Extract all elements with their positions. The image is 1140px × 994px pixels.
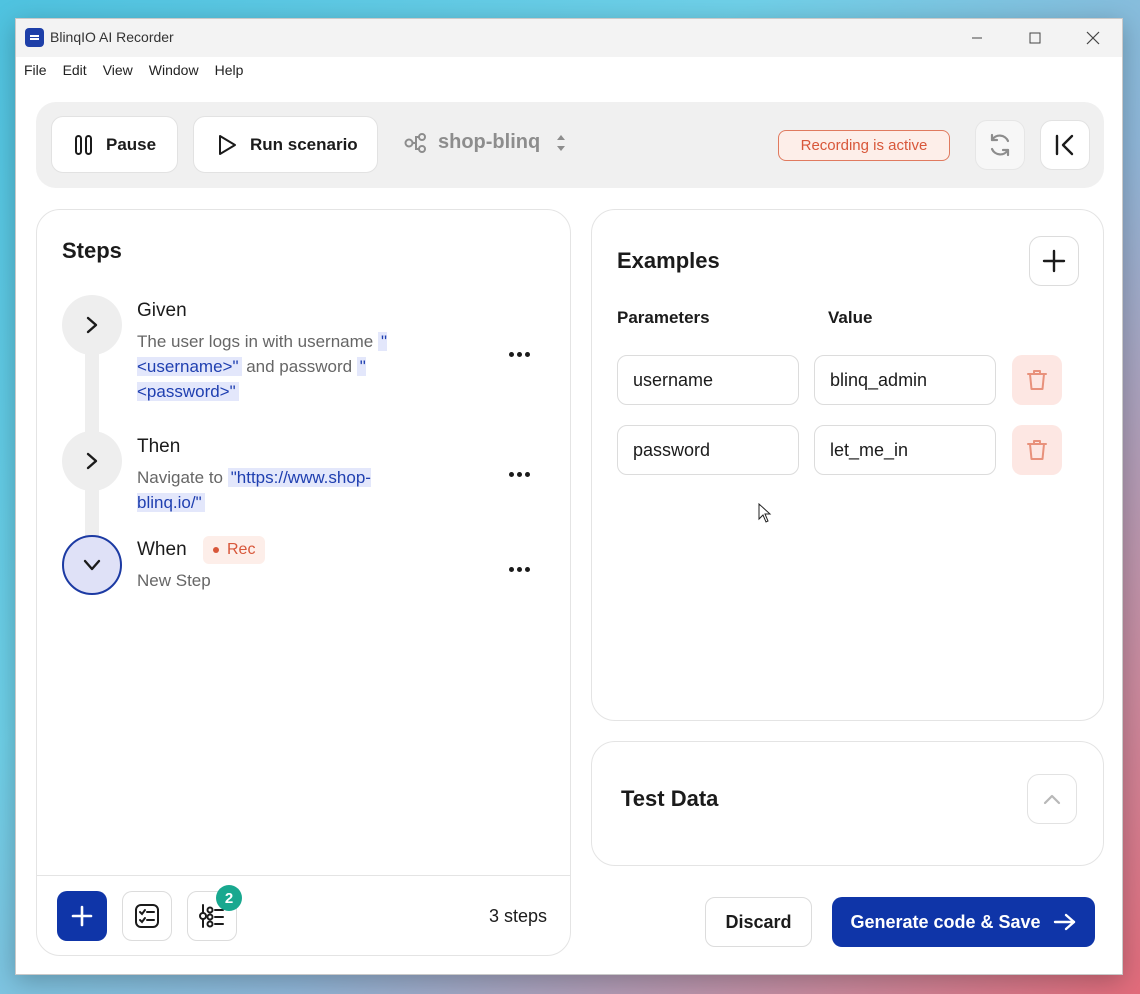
step-collapse-button[interactable]	[62, 535, 122, 595]
project-graph-icon	[404, 132, 426, 153]
add-step-button[interactable]	[57, 891, 107, 941]
step-keyword: Given	[137, 300, 187, 321]
window-title: BlinqIO AI Recorder	[50, 29, 174, 45]
examples-panel: Examples Parameters Value username blinq…	[591, 209, 1104, 721]
pause-button[interactable]: Pause	[51, 116, 178, 173]
collapse-panel-button[interactable]	[1040, 120, 1090, 170]
step-menu-icon[interactable]	[509, 352, 530, 357]
chevron-right-icon	[86, 316, 98, 334]
menu-view[interactable]: View	[103, 62, 133, 78]
refresh-button[interactable]	[975, 120, 1025, 170]
parameters-header: Parameters	[617, 308, 710, 327]
close-icon[interactable]	[1070, 25, 1116, 51]
steps-count: 3 steps	[489, 906, 548, 926]
mouse-cursor-icon	[758, 503, 772, 523]
plus-icon	[1042, 249, 1066, 273]
chevron-right-icon	[86, 452, 98, 470]
step-description: Navigate to "https://www.shop-blinq.io/"	[137, 465, 427, 515]
maximize-icon[interactable]	[1012, 25, 1058, 51]
menu-help[interactable]: Help	[215, 62, 244, 78]
step-menu-icon[interactable]	[509, 567, 530, 572]
menu-window[interactable]: Window	[149, 62, 199, 78]
refresh-icon	[990, 133, 1010, 157]
pause-label: Pause	[106, 134, 157, 154]
examples-title: Examples	[617, 248, 720, 273]
notification-count-badge: 2	[216, 885, 242, 911]
pause-icon	[75, 134, 92, 155]
step-description: New Step	[137, 571, 211, 590]
parameter-field[interactable]: username	[617, 355, 799, 405]
test-data-title: Test Data	[621, 786, 719, 811]
step-text-part: Navigate to	[137, 468, 228, 487]
footer-divider	[37, 875, 570, 876]
rec-dot-icon	[213, 547, 219, 553]
test-data-panel: Test Data	[591, 741, 1104, 866]
step-expand-button[interactable]	[62, 295, 122, 355]
arrow-right-icon	[1053, 913, 1075, 931]
menu-edit[interactable]: Edit	[63, 62, 87, 78]
toggle-test-data-button[interactable]	[1027, 774, 1077, 824]
collapse-left-icon	[1055, 134, 1074, 156]
delete-row-button[interactable]	[1012, 425, 1062, 475]
checklist-button[interactable]	[122, 891, 172, 941]
rec-badge: Rec	[203, 536, 266, 564]
generate-label: Generate code & Save	[850, 911, 1041, 932]
project-selector[interactable]: shop-blinq	[404, 131, 568, 154]
run-scenario-label: Run scenario	[250, 134, 358, 154]
step-description: The user logs in with username "<usernam…	[137, 329, 437, 404]
menu-file[interactable]: File	[24, 62, 47, 78]
chevron-up-icon	[1043, 794, 1061, 805]
generate-code-save-button[interactable]: Generate code & Save	[832, 897, 1095, 947]
steps-title: Steps	[62, 238, 122, 263]
step-keyword: When	[137, 539, 187, 560]
step-text-part: and password	[241, 357, 357, 376]
project-name: shop-blinq	[438, 131, 541, 153]
value-field[interactable]: blinq_admin	[814, 355, 996, 405]
value-header: Value	[828, 308, 873, 327]
play-icon	[219, 134, 236, 155]
trash-icon	[1027, 440, 1047, 460]
minimize-icon[interactable]	[954, 25, 1000, 51]
sort-arrows-icon	[557, 134, 566, 151]
chevron-down-icon	[83, 559, 101, 571]
recording-status-badge: Recording is active	[778, 130, 950, 161]
step-menu-icon[interactable]	[509, 472, 530, 477]
menu-bar: File Edit View Window Help	[16, 57, 1122, 83]
steps-panel: Steps Given The user logs in with userna…	[36, 209, 571, 956]
app-window: BlinqIO AI Recorder File Edit View Windo…	[15, 18, 1123, 975]
step-text-part: The user logs in with username	[137, 332, 378, 351]
checklist-icon	[135, 904, 159, 928]
trash-icon	[1027, 370, 1047, 390]
app-logo-icon	[25, 28, 44, 47]
add-example-button[interactable]	[1029, 236, 1079, 286]
step-expand-button[interactable]	[62, 431, 122, 491]
delete-row-button[interactable]	[1012, 355, 1062, 405]
title-bar: BlinqIO AI Recorder	[16, 19, 1122, 57]
plus-icon	[71, 905, 93, 927]
parameter-field[interactable]: password	[617, 425, 799, 475]
rec-label: Rec	[227, 541, 256, 558]
discard-button[interactable]: Discard	[705, 897, 812, 947]
value-field[interactable]: let_me_in	[814, 425, 996, 475]
toolbar: Pause Run scenario shop-blinq Recording …	[36, 102, 1104, 188]
run-scenario-button[interactable]: Run scenario	[193, 116, 378, 173]
step-keyword: Then	[137, 436, 181, 457]
